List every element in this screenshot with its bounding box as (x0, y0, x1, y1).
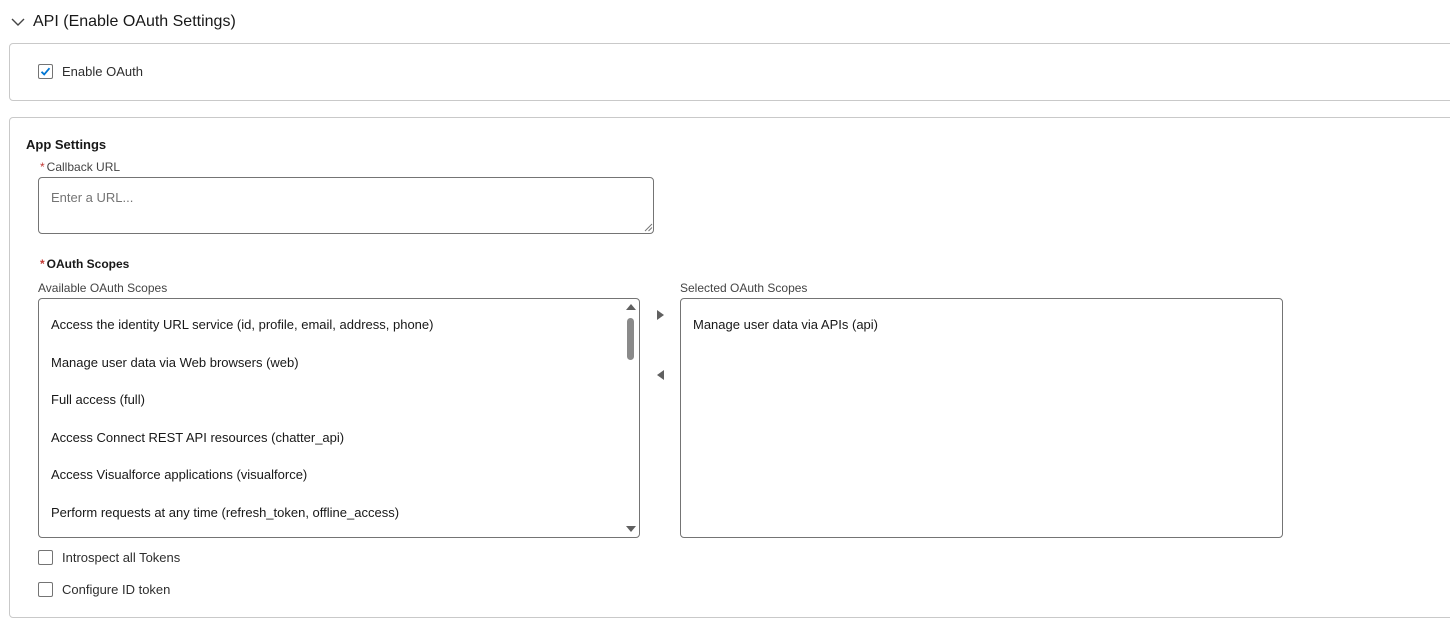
enable-oauth-checkbox-row[interactable]: Enable OAuth (38, 64, 143, 79)
move-to-available-button[interactable] (652, 367, 668, 383)
callback-url-label: * Callback URL (40, 160, 120, 174)
available-scopes-label: Available OAuth Scopes (38, 281, 168, 295)
callback-url-input[interactable] (38, 177, 654, 234)
introspect-tokens-row[interactable]: Introspect all Tokens (38, 550, 180, 565)
introspect-tokens-checkbox[interactable] (38, 550, 53, 565)
checkmark-icon (40, 67, 51, 76)
move-to-selected-button[interactable] (652, 307, 668, 323)
introspect-tokens-label: Introspect all Tokens (62, 550, 181, 565)
configure-id-token-row[interactable]: Configure ID token (38, 582, 170, 597)
list-item[interactable]: Manage user data via APIs (api) (693, 317, 878, 332)
list-item[interactable]: Perform requests at any time (refresh_to… (51, 505, 399, 520)
app-settings-heading: App Settings (26, 137, 107, 152)
enable-oauth-label: Enable OAuth (62, 64, 143, 79)
configure-id-token-checkbox[interactable] (38, 582, 53, 597)
configure-id-token-label: Configure ID token (62, 582, 171, 597)
oauth-scopes-label: * OAuth Scopes (40, 257, 129, 271)
callback-url-label-text: Callback URL (46, 160, 121, 174)
enable-oauth-checkbox[interactable] (38, 64, 53, 79)
arrow-right-icon (656, 310, 664, 320)
selected-scopes-listbox[interactable]: Manage user data via APIs (api) (680, 298, 1283, 538)
list-item[interactable]: Access the identity URL service (id, pro… (51, 317, 433, 332)
section-header-api[interactable]: API (Enable OAuth Settings) (10, 8, 236, 36)
scroll-down-arrow-icon[interactable] (626, 526, 636, 532)
required-marker: * (40, 257, 45, 271)
arrow-left-icon (656, 370, 664, 380)
enable-oauth-card (9, 43, 1450, 101)
selected-scopes-label: Selected OAuth Scopes (680, 281, 808, 295)
scrollbar-thumb[interactable] (627, 318, 634, 360)
list-item[interactable]: Access Visualforce applications (visualf… (51, 467, 307, 482)
resize-grip-icon[interactable] (644, 223, 653, 232)
required-marker: * (40, 160, 45, 174)
list-item[interactable]: Full access (full) (51, 392, 145, 407)
oauth-scopes-label-text: OAuth Scopes (46, 257, 130, 271)
list-item[interactable]: Manage user data via Web browsers (web) (51, 355, 299, 370)
chevron-down-icon[interactable] (10, 14, 26, 30)
available-scopes-listbox[interactable]: Access the identity URL service (id, pro… (38, 298, 640, 538)
scrollbar[interactable] (622, 299, 639, 537)
scroll-up-arrow-icon[interactable] (626, 304, 636, 310)
list-item[interactable]: Access Connect REST API resources (chatt… (51, 430, 344, 445)
section-title: API (Enable OAuth Settings) (33, 13, 236, 30)
oauth-settings-page: API (Enable OAuth Settings) Enable OAuth… (0, 0, 1450, 630)
